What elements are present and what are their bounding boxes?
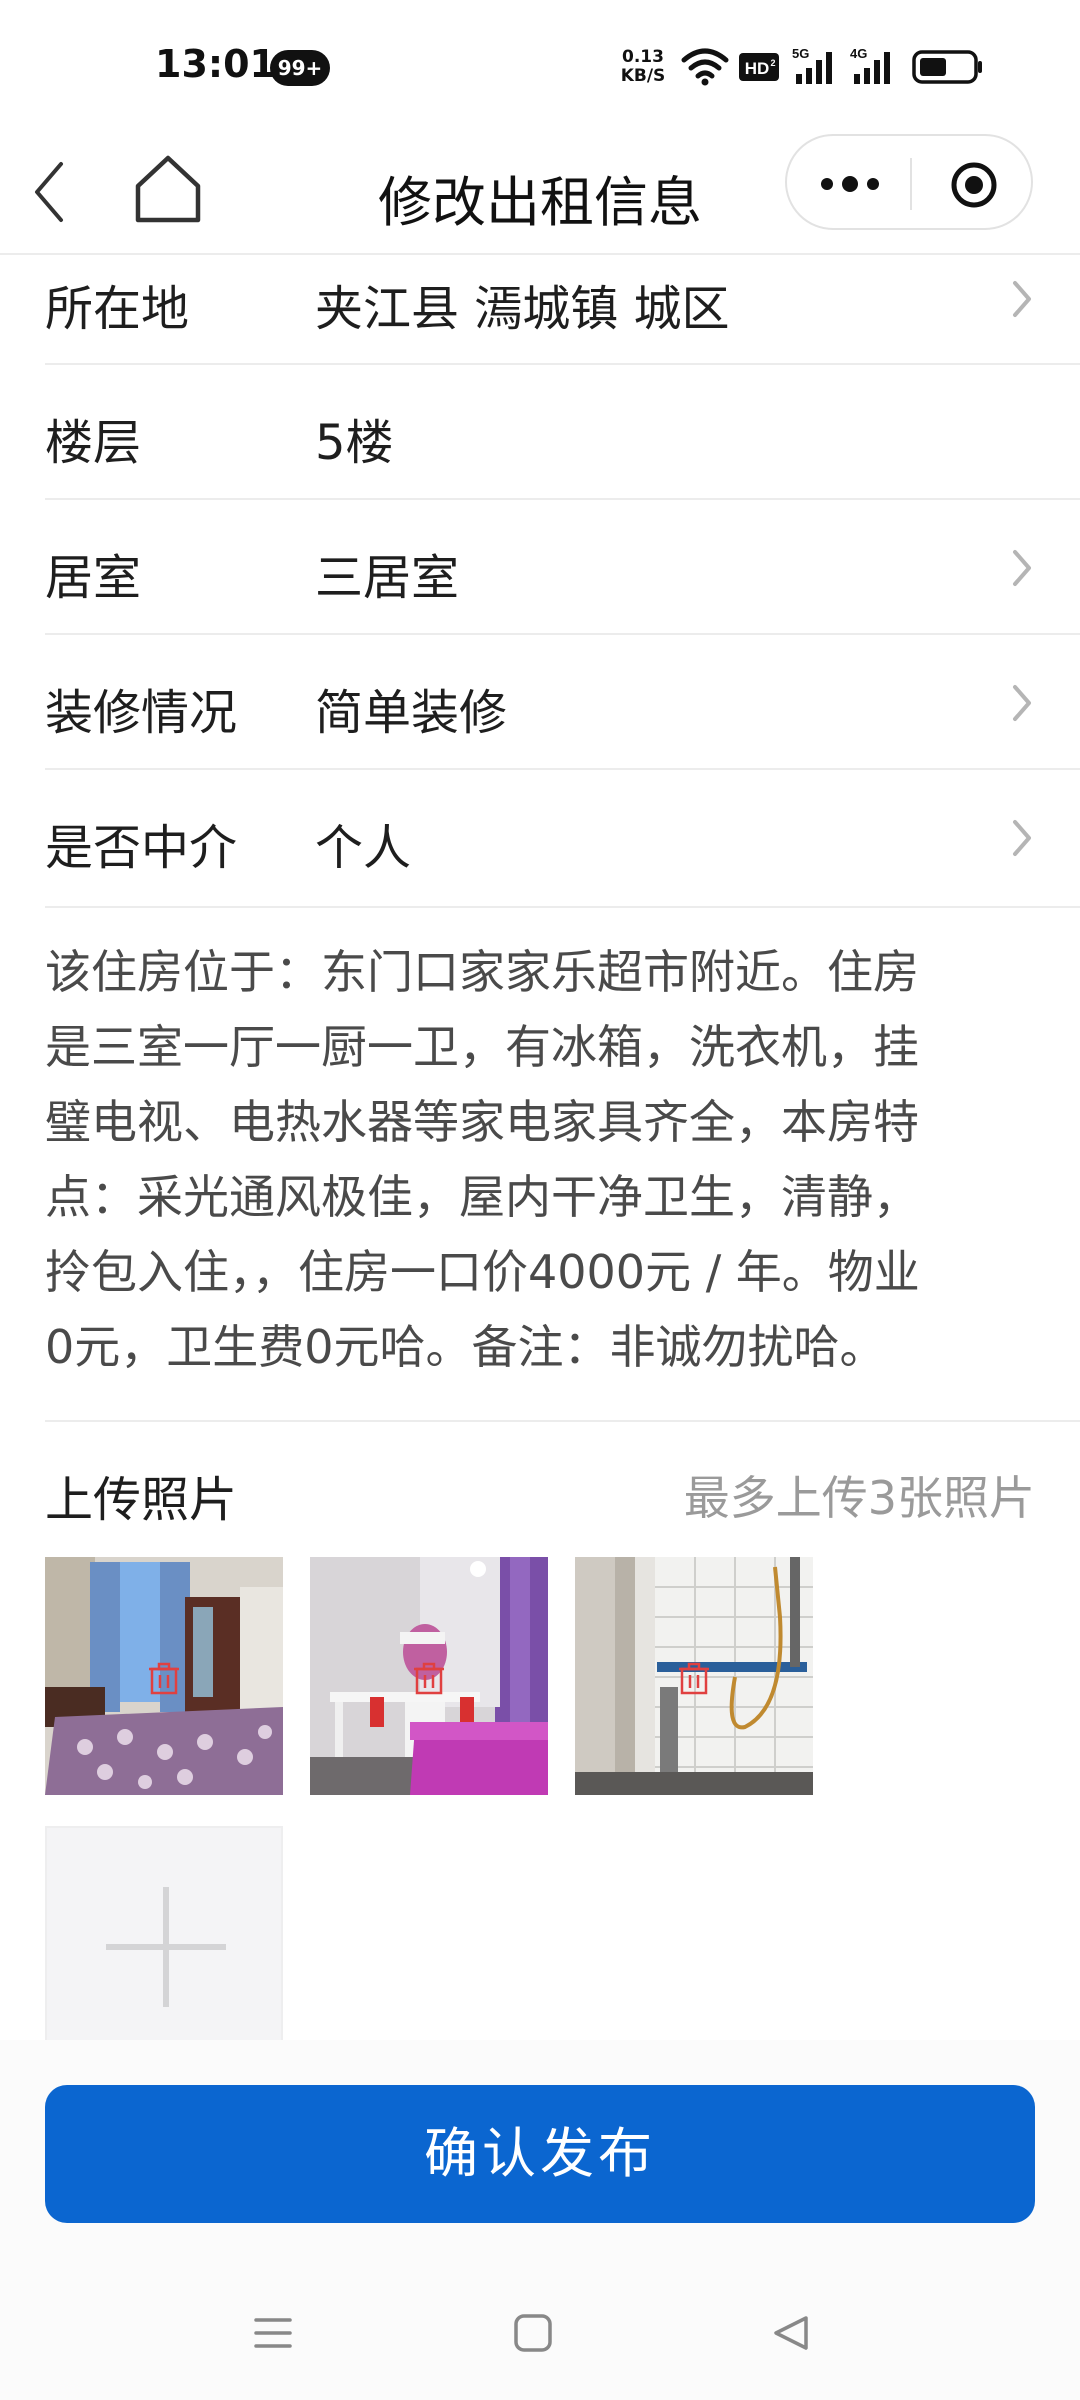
divider bbox=[45, 1420, 1080, 1422]
photo-thumbnail-bathroom[interactable] bbox=[575, 1557, 813, 1795]
target-icon[interactable] bbox=[949, 160, 999, 210]
description-line: 璧电视、电热水器等家电家具齐全，本房特 bbox=[45, 1095, 919, 1149]
confirm-publish-button[interactable]: 确认发布 bbox=[45, 2085, 1035, 2223]
chevron-right-icon bbox=[1013, 550, 1031, 586]
row-label: 是否中介 bbox=[45, 820, 238, 876]
form-row-rooms[interactable]: 居室 三居室 bbox=[45, 500, 1080, 635]
home-square-icon[interactable] bbox=[510, 2310, 556, 2356]
capsule-divider bbox=[910, 158, 912, 210]
hd-icon: HD 2 bbox=[739, 53, 779, 81]
net-speed-unit: KB/S bbox=[620, 66, 666, 86]
page: 13:01 99+ 0.13 KB/S HD 2 5G 4G 修改出租信息 所在… bbox=[0, 0, 1080, 2400]
description-textarea[interactable]: 该住房位于：东门口家家乐超市附近。住房 是三室一厅一厨一卫，有冰箱，洗衣机，挂 … bbox=[45, 935, 1045, 1385]
more-icon[interactable] bbox=[815, 166, 885, 202]
5g-signal-icon: 5G bbox=[792, 46, 832, 84]
form-row-agency[interactable]: 是否中介 个人 bbox=[45, 770, 1080, 908]
photo-thumbnail-bedroom[interactable] bbox=[45, 1557, 283, 1795]
svg-text:HD: HD bbox=[745, 59, 770, 78]
delete-photo-icon[interactable] bbox=[411, 1661, 447, 1697]
back-triangle-icon[interactable] bbox=[768, 2310, 814, 2356]
row-label: 楼层 bbox=[45, 415, 142, 471]
svg-text:4G: 4G bbox=[850, 46, 867, 61]
battery-icon bbox=[912, 50, 982, 84]
row-label: 所在地 bbox=[45, 281, 190, 337]
row-value: 三居室 bbox=[315, 550, 460, 606]
mini-program-capsule bbox=[785, 134, 1033, 230]
back-icon[interactable] bbox=[25, 152, 75, 232]
upload-hint: 最多上传3张照片 bbox=[683, 1471, 1035, 1525]
status-time: 13:01 bbox=[155, 42, 276, 86]
form-row-floor[interactable]: 楼层 5楼 bbox=[45, 365, 1080, 500]
svg-text:2: 2 bbox=[770, 58, 775, 68]
form-row-decoration[interactable]: 装修情况 简单装修 bbox=[45, 635, 1080, 770]
add-photo-button[interactable] bbox=[45, 1826, 283, 2064]
row-value: 夹江县 漹城镇 城区 bbox=[315, 281, 730, 337]
description-line: 是三室一厅一厨一卫，有冰箱，洗衣机，挂 bbox=[45, 1020, 919, 1074]
wifi-icon bbox=[681, 48, 729, 86]
row-value: 个人 bbox=[315, 820, 412, 876]
row-label: 装修情况 bbox=[45, 685, 238, 741]
4g-signal-icon: 4G bbox=[850, 46, 890, 84]
delete-photo-icon[interactable] bbox=[676, 1661, 712, 1697]
chevron-right-icon bbox=[1013, 281, 1031, 317]
chevron-right-icon bbox=[1013, 685, 1031, 721]
description-line: 拎包入住，，住房一口价4000元 / 年。物业 bbox=[45, 1245, 920, 1299]
net-speed: 0.13 KB/S bbox=[618, 48, 668, 86]
row-label: 居室 bbox=[45, 550, 142, 606]
row-value: 简单装修 bbox=[315, 685, 508, 741]
notification-badge: 99+ bbox=[270, 50, 330, 86]
status-bar: 13:01 99+ 0.13 KB/S HD 2 5G 4G bbox=[0, 0, 1080, 130]
plus-icon bbox=[106, 1887, 226, 2007]
photo-thumbnail-bedroom-vanity[interactable] bbox=[310, 1557, 548, 1795]
row-value: 5楼 bbox=[315, 415, 394, 471]
description-line: 0元，卫生费0元哈。备注：非诚勿扰哈。 bbox=[45, 1320, 886, 1374]
form-row-location[interactable]: 所在地 夹江县 漹城镇 城区 bbox=[45, 255, 1080, 365]
delete-photo-icon[interactable] bbox=[146, 1661, 182, 1697]
page-title: 修改出租信息 bbox=[378, 171, 702, 234]
nav-bar: 修改出租信息 bbox=[0, 130, 1080, 255]
description-line: 点：采光通风极佳，屋内干净卫生，清静， bbox=[45, 1170, 919, 1224]
net-speed-value: 0.13 bbox=[622, 47, 664, 67]
home-icon[interactable] bbox=[128, 148, 208, 228]
svg-text:5G: 5G bbox=[792, 46, 809, 61]
menu-icon[interactable] bbox=[250, 2310, 296, 2356]
upload-title: 上传照片 bbox=[45, 1472, 238, 1528]
chevron-right-icon bbox=[1013, 820, 1031, 856]
description-line: 该住房位于：东门口家家乐超市附近。住房 bbox=[45, 945, 919, 999]
